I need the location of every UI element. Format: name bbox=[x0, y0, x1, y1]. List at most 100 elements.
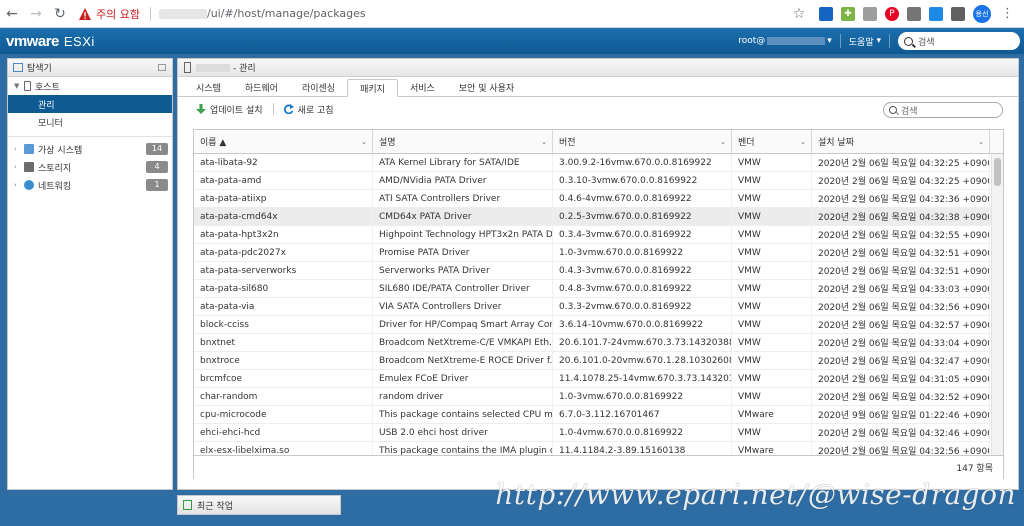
table-cell: AMD/NVidia PATA Driver bbox=[373, 172, 553, 189]
android-extension-icon[interactable]: ✚ bbox=[841, 6, 855, 21]
table-cell: 6.7.0-3.112.16701467 bbox=[553, 406, 732, 423]
column-label: 벤더 bbox=[738, 138, 755, 148]
column-label: 설명 bbox=[379, 138, 396, 148]
expand-right-icon[interactable]: › bbox=[14, 145, 22, 153]
save-extension-icon[interactable] bbox=[819, 6, 833, 21]
forward-arrow-icon[interactable]: → bbox=[24, 2, 48, 26]
table-cell: ata-libata-92 bbox=[194, 154, 373, 171]
table-cell: Driver for HP/Compaq Smart Array Con... bbox=[373, 316, 553, 333]
table-cell: 0.3.10-3vmw.670.0.0.8169922 bbox=[553, 172, 732, 189]
profile-avatar[interactable]: 용선 bbox=[973, 4, 991, 23]
table-cell: 2020년 2월 06일 목요일 04:32:25 +0900 bbox=[812, 172, 990, 189]
panel-title: - 관리 bbox=[233, 64, 256, 74]
table-row[interactable]: ata-pata-hpt3x2n Highpoint Technology HPT… bbox=[194, 226, 1003, 244]
package-search-input[interactable]: 검색 bbox=[883, 102, 1003, 118]
table-row[interactable]: char-random random driver 1.0-3vmw.670.0.0… bbox=[194, 388, 1003, 406]
nav-item-monitor[interactable]: 모니터 bbox=[8, 113, 172, 131]
table-row[interactable]: cpu-microcode This package contains selec… bbox=[194, 406, 1003, 424]
tab-services[interactable]: 서비스 bbox=[398, 78, 447, 96]
expand-right-icon[interactable]: › bbox=[14, 181, 22, 189]
table-cell: 0.4.3-3vmw.670.0.0.8169922 bbox=[553, 262, 732, 279]
column-install-date[interactable]: 설치 날짜 ⌄ bbox=[812, 130, 990, 153]
tab-security-users[interactable]: 보안 및 사용자 bbox=[447, 78, 526, 96]
tab-licensing[interactable]: 라이센싱 bbox=[290, 78, 347, 96]
packages-table: 이름 ▲ ⌄ 설명 ⌄ 버전 ⌄ 벤더 ⌄ 설치 날짜 ⌄ ata-libata-92 AT… bbox=[193, 129, 1004, 479]
storage-count-badge: 4 bbox=[146, 161, 168, 173]
table-row[interactable]: elx-esx-libelxima.so This package contain… bbox=[194, 442, 1003, 455]
address-bar[interactable]: 주의 요함 /ui/#/host/manage/packages bbox=[78, 2, 787, 26]
chevron-down-icon[interactable]: ⌄ bbox=[800, 138, 806, 146]
esxi-header: vmware ESXi root@ ▾ 도움말 ▾ 검색 bbox=[0, 28, 1024, 54]
table-row[interactable]: bnxtroce Broadcom NetXtreme-E ROCE Driver… bbox=[194, 352, 1003, 370]
chevron-down-icon[interactable]: ⌄ bbox=[541, 138, 547, 146]
header-search-input[interactable]: 검색 bbox=[898, 32, 1020, 50]
url-text[interactable]: /ui/#/host/manage/packages bbox=[207, 7, 366, 20]
table-row[interactable]: ata-libata-92 ATA Kernel Library for SATA… bbox=[194, 154, 1003, 172]
recent-tasks-label: 최근 작업 bbox=[197, 501, 233, 512]
column-version[interactable]: 버전 ⌄ bbox=[553, 130, 732, 153]
back-arrow-icon[interactable]: ← bbox=[0, 2, 24, 26]
tab-hardware[interactable]: 하드웨어 bbox=[233, 78, 290, 96]
reload-icon[interactable]: ↻ bbox=[48, 2, 72, 26]
table-row[interactable]: brcmfcoe Emulex FCoE Driver 11.4.1078.25-1… bbox=[194, 370, 1003, 388]
table-row[interactable]: ata-pata-serverworks Serverworks PATA Dri… bbox=[194, 262, 1003, 280]
minimize-icon[interactable] bbox=[158, 64, 166, 71]
chevron-down-icon[interactable]: ⌄ bbox=[361, 138, 367, 146]
navigator-divider bbox=[8, 131, 172, 137]
user-menu[interactable]: root@ ▾ bbox=[738, 36, 832, 46]
table-cell: USB 2.0 ehci host driver bbox=[373, 424, 553, 441]
navigator-panel: 탐색기 ▼ 호스트 관리 모니터 › 가상 시스템 14 › 스토리지 4 › … bbox=[7, 58, 173, 490]
security-warning-text[interactable]: 주의 요함 bbox=[96, 6, 140, 22]
scrollbar-thumb[interactable] bbox=[994, 158, 1001, 186]
refresh-button[interactable]: 새로 고침 bbox=[283, 103, 334, 116]
table-row[interactable]: ata-pata-via VIA SATA Controllers Driver 0… bbox=[194, 298, 1003, 316]
table-cell: 0.2.5-3vmw.670.0.0.8169922 bbox=[553, 208, 732, 225]
table-row[interactable]: ata-pata-atiixp ATI SATA Controllers Driv… bbox=[194, 190, 1003, 208]
bookmark-star-icon[interactable]: ☆ bbox=[787, 2, 811, 26]
table-body: ata-libata-92 ATA Kernel Library for SATA… bbox=[194, 154, 1003, 455]
translate-extension-icon[interactable] bbox=[929, 6, 943, 21]
tab-packages[interactable]: 패키지 bbox=[347, 79, 398, 97]
help-menu[interactable]: 도움말 ▾ bbox=[849, 35, 881, 48]
table-row[interactable]: ata-pata-pdc2027x Promise PATA Driver 1.0-… bbox=[194, 244, 1003, 262]
install-update-button[interactable]: 업데이트 설치 bbox=[196, 103, 263, 116]
nav-item-manage[interactable]: 관리 bbox=[8, 95, 172, 113]
nav-item-networking[interactable]: › 네트워킹 1 bbox=[8, 176, 172, 194]
recent-tasks-tab[interactable]: 최근 작업 bbox=[177, 495, 341, 515]
manage-panel: - 관리 시스템 하드웨어 라이센싱 패키지 서비스 보안 및 사용자 업데이트… bbox=[177, 58, 1019, 490]
table-cell: Broadcom NetXtreme-C/E VMKAPI Eth... bbox=[373, 334, 553, 351]
browser-menu-icon[interactable]: ⋮ bbox=[1001, 6, 1014, 21]
table-row[interactable]: ata-pata-cmd64x CMD64x PATA Driver 0.2.5-3… bbox=[194, 208, 1003, 226]
table-cell: 1.0-3vmw.670.0.0.8169922 bbox=[553, 388, 732, 405]
column-description[interactable]: 설명 ⌄ bbox=[373, 130, 553, 153]
user-prefix: root@ bbox=[738, 36, 766, 46]
network-count-badge: 1 bbox=[146, 179, 168, 191]
nav-item-host[interactable]: ▼ 호스트 bbox=[8, 77, 172, 95]
table-cell: 0.3.4-3vmw.670.0.0.8169922 bbox=[553, 226, 732, 243]
table-cell: VMware bbox=[732, 442, 812, 455]
camera-extension-icon[interactable] bbox=[907, 6, 921, 21]
table-cell: 1.0-4vmw.670.0.0.8169922 bbox=[553, 424, 732, 441]
nav-item-vms[interactable]: › 가상 시스템 14 bbox=[8, 140, 172, 158]
chevron-down-icon[interactable]: ⌄ bbox=[720, 138, 726, 146]
extensions-bar: ☆ ✚ P 용선 ⋮ bbox=[787, 2, 1014, 26]
table-row[interactable]: block-cciss Driver for HP/Compaq Smart Ar… bbox=[194, 316, 1003, 334]
shield-extension-icon[interactable] bbox=[863, 6, 877, 21]
table-cell: 2020년 2월 06일 목요일 04:32:56 +0900 bbox=[812, 298, 990, 315]
nav-item-storage[interactable]: › 스토리지 4 bbox=[8, 158, 172, 176]
expand-down-icon[interactable]: ▼ bbox=[14, 82, 22, 90]
column-vendor[interactable]: 벤더 ⌄ bbox=[732, 130, 812, 153]
chevron-down-icon[interactable]: ⌄ bbox=[978, 138, 984, 146]
expand-right-icon[interactable]: › bbox=[14, 163, 22, 171]
table-row[interactable]: bnxtnet Broadcom NetXtreme-C/E VMKAPI Eth… bbox=[194, 334, 1003, 352]
column-name[interactable]: 이름 ▲ ⌄ bbox=[194, 130, 373, 153]
table-row[interactable]: ata-pata-sil680 SIL680 IDE/PATA Controlle… bbox=[194, 280, 1003, 298]
tab-system[interactable]: 시스템 bbox=[184, 78, 233, 96]
table-cell: VMW bbox=[732, 208, 812, 225]
pinterest-icon[interactable]: P bbox=[885, 6, 899, 21]
table-row[interactable]: ehci-ehci-hcd USB 2.0 ehci host driver 1.0… bbox=[194, 424, 1003, 442]
puzzle-extensions-icon[interactable] bbox=[951, 6, 965, 21]
vertical-scrollbar[interactable] bbox=[991, 154, 1003, 455]
navigator-title: 탐색기 bbox=[27, 64, 52, 74]
table-row[interactable]: ata-pata-amd AMD/NVidia PATA Driver 0.3.10… bbox=[194, 172, 1003, 190]
